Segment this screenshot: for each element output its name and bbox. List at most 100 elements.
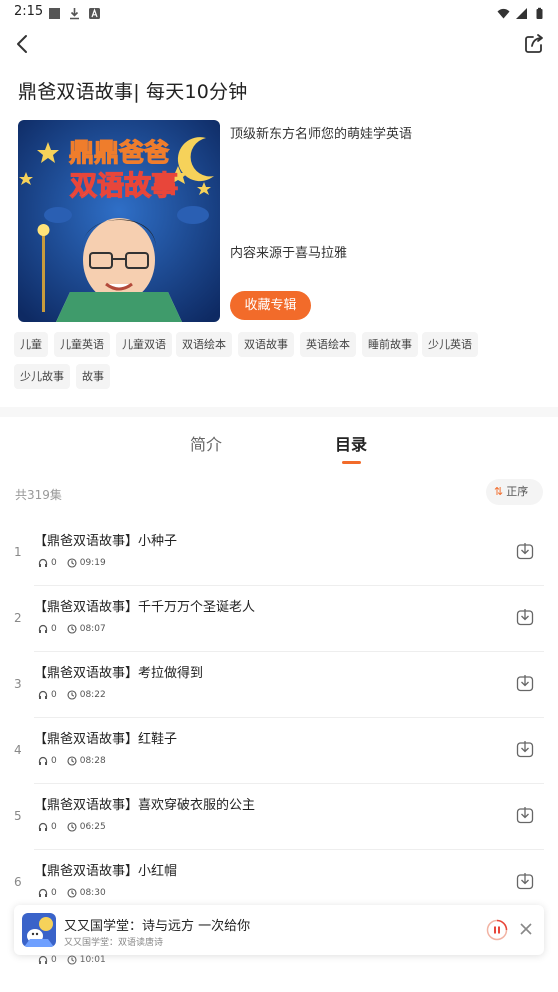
episode-title[interactable]: 【鼎爸双语故事】喜欢穿破衣服的公主: [34, 794, 255, 813]
play-count: 0: [51, 888, 57, 898]
section-divider: [0, 407, 558, 417]
mini-player-subtitle: 又又国学堂：双语读唐诗: [64, 938, 164, 948]
episode-meta: 0 08:30: [38, 888, 106, 898]
tag-item[interactable]: 儿童双语: [116, 332, 172, 357]
tag-item[interactable]: 儿童英语: [54, 332, 110, 357]
episode-title[interactable]: 【鼎爸双语故事】千千万万个圣诞老人: [34, 596, 255, 615]
back-arrow-icon[interactable]: [12, 32, 34, 56]
clock-icon: [67, 690, 77, 700]
episode-duration: 09:19: [79, 558, 106, 568]
tab-intro[interactable]: 简介: [190, 431, 222, 455]
episode-duration: 08:30: [79, 888, 106, 898]
tab-catalog[interactable]: 目录: [335, 431, 367, 455]
episode-title[interactable]: 【鼎爸双语故事】小红帽: [34, 860, 177, 879]
headphones-icon: [38, 955, 48, 964]
thumbnail-artwork: [22, 913, 56, 947]
active-tab-indicator: [342, 461, 361, 464]
episode-duration: 08:22: [79, 690, 106, 700]
headphones-icon: [38, 624, 48, 633]
play-count: 0: [51, 558, 57, 568]
headphones-icon: [38, 558, 48, 567]
headphones-icon: [38, 756, 48, 765]
clock-icon: [67, 624, 77, 634]
top-navigation: [0, 28, 558, 62]
cover-artwork: 鼎鼎爸爸 双语故事: [18, 120, 220, 322]
episode-count: 共319集: [15, 488, 62, 502]
wifi-icon: [497, 5, 510, 19]
episode-number: 2: [14, 611, 22, 625]
tag-item[interactable]: 双语绘本: [176, 332, 232, 357]
episode-row[interactable]: 5 【鼎爸双语故事】喜欢穿破衣服的公主 0 06:25: [0, 784, 558, 850]
status-bar: 2:15: [0, 0, 558, 24]
font-icon: [88, 5, 101, 19]
clock-icon: [67, 822, 77, 832]
episode-duration: 08:07: [79, 624, 106, 634]
mini-player[interactable]: 又又国学堂：诗与远方 一次给你 又又国学堂：双语读唐诗: [14, 905, 544, 955]
episode-number: 6: [14, 875, 22, 889]
episode-title[interactable]: 【鼎爸双语故事】红鞋子: [34, 728, 177, 747]
download-icon[interactable]: [516, 806, 534, 824]
play-count: 0: [51, 690, 57, 700]
tag-item[interactable]: 双语故事: [238, 332, 294, 357]
battery-icon: [533, 5, 546, 19]
clock-icon: [67, 888, 77, 898]
album-source: 内容来源于喜马拉雅: [230, 246, 348, 261]
episode-meta: 0 08:28: [38, 756, 106, 766]
play-count: 0: [51, 822, 57, 832]
svg-text:鼎鼎爸爸: 鼎鼎爸爸: [69, 138, 169, 167]
episode-meta-partial: 0 10:01: [38, 955, 106, 965]
episode-title[interactable]: 【鼎爸双语故事】小种子: [34, 530, 177, 549]
svg-text:双语故事: 双语故事: [70, 171, 178, 202]
episode-title[interactable]: 【鼎爸双语故事】考拉做得到: [34, 662, 203, 681]
play-count: 0: [51, 624, 57, 634]
episode-row[interactable]: 3 【鼎爸双语故事】考拉做得到 0 08:22: [0, 652, 558, 718]
download-icon: [68, 5, 81, 20]
download-icon[interactable]: [516, 740, 534, 758]
tag-item[interactable]: 英语绘本: [300, 332, 356, 357]
episode-number: 5: [14, 809, 22, 823]
status-system-icons: [497, 5, 546, 19]
tag-item[interactable]: 睡前故事: [362, 332, 418, 357]
episode-row[interactable]: 1 【鼎爸双语故事】小种子 0 09:19: [0, 520, 558, 586]
play-count: 0: [51, 955, 57, 965]
tab-bar: 简介 目录: [0, 417, 558, 471]
tag-item[interactable]: 儿童: [14, 332, 48, 357]
tag-item[interactable]: 故事: [76, 364, 110, 389]
headphones-icon: [38, 888, 48, 897]
tag-item[interactable]: 少儿故事: [14, 364, 70, 389]
share-icon[interactable]: [522, 32, 546, 56]
collect-album-button[interactable]: 收藏专辑: [230, 291, 311, 320]
sort-label: 正序: [506, 485, 529, 498]
download-icon[interactable]: [516, 542, 534, 560]
square-icon: [48, 5, 61, 19]
tag-item[interactable]: 少儿英语: [422, 332, 478, 357]
episode-meta: 0 06:25: [38, 822, 106, 832]
headphones-icon: [38, 822, 48, 831]
headphones-icon: [38, 690, 48, 699]
episode-row[interactable]: 4 【鼎爸双语故事】红鞋子 0 08:28: [0, 718, 558, 784]
episode-duration: 10:01: [79, 955, 106, 965]
album-title: 鼎爸双语故事| 每天10分钟: [18, 81, 248, 103]
pause-icon[interactable]: [486, 919, 508, 941]
mini-player-title: 又又国学堂：诗与远方 一次给你: [64, 919, 251, 934]
clock-icon: [67, 955, 77, 965]
episode-row[interactable]: 2 【鼎爸双语故事】千千万万个圣诞老人 0 08:07: [0, 586, 558, 652]
episode-meta: 0 09:19: [38, 558, 106, 568]
sort-icon: ⇅: [494, 485, 504, 498]
mini-player-thumbnail[interactable]: [22, 913, 56, 947]
episode-meta: 0 08:22: [38, 690, 106, 700]
episode-number: 3: [14, 677, 22, 691]
status-notification-icons: [48, 5, 101, 20]
episode-duration: 08:28: [79, 756, 106, 766]
play-count: 0: [51, 756, 57, 766]
sort-button[interactable]: ⇅ 正序: [486, 479, 543, 505]
download-icon[interactable]: [516, 872, 534, 890]
close-icon[interactable]: [519, 922, 533, 936]
album-cover[interactable]: 鼎鼎爸爸 双语故事: [18, 120, 220, 322]
download-icon[interactable]: [516, 608, 534, 626]
signal-icon: [515, 5, 528, 19]
download-icon[interactable]: [516, 674, 534, 692]
episode-duration: 06:25: [79, 822, 106, 832]
episode-number: 4: [14, 743, 22, 757]
episode-meta: 0 08:07: [38, 624, 106, 634]
